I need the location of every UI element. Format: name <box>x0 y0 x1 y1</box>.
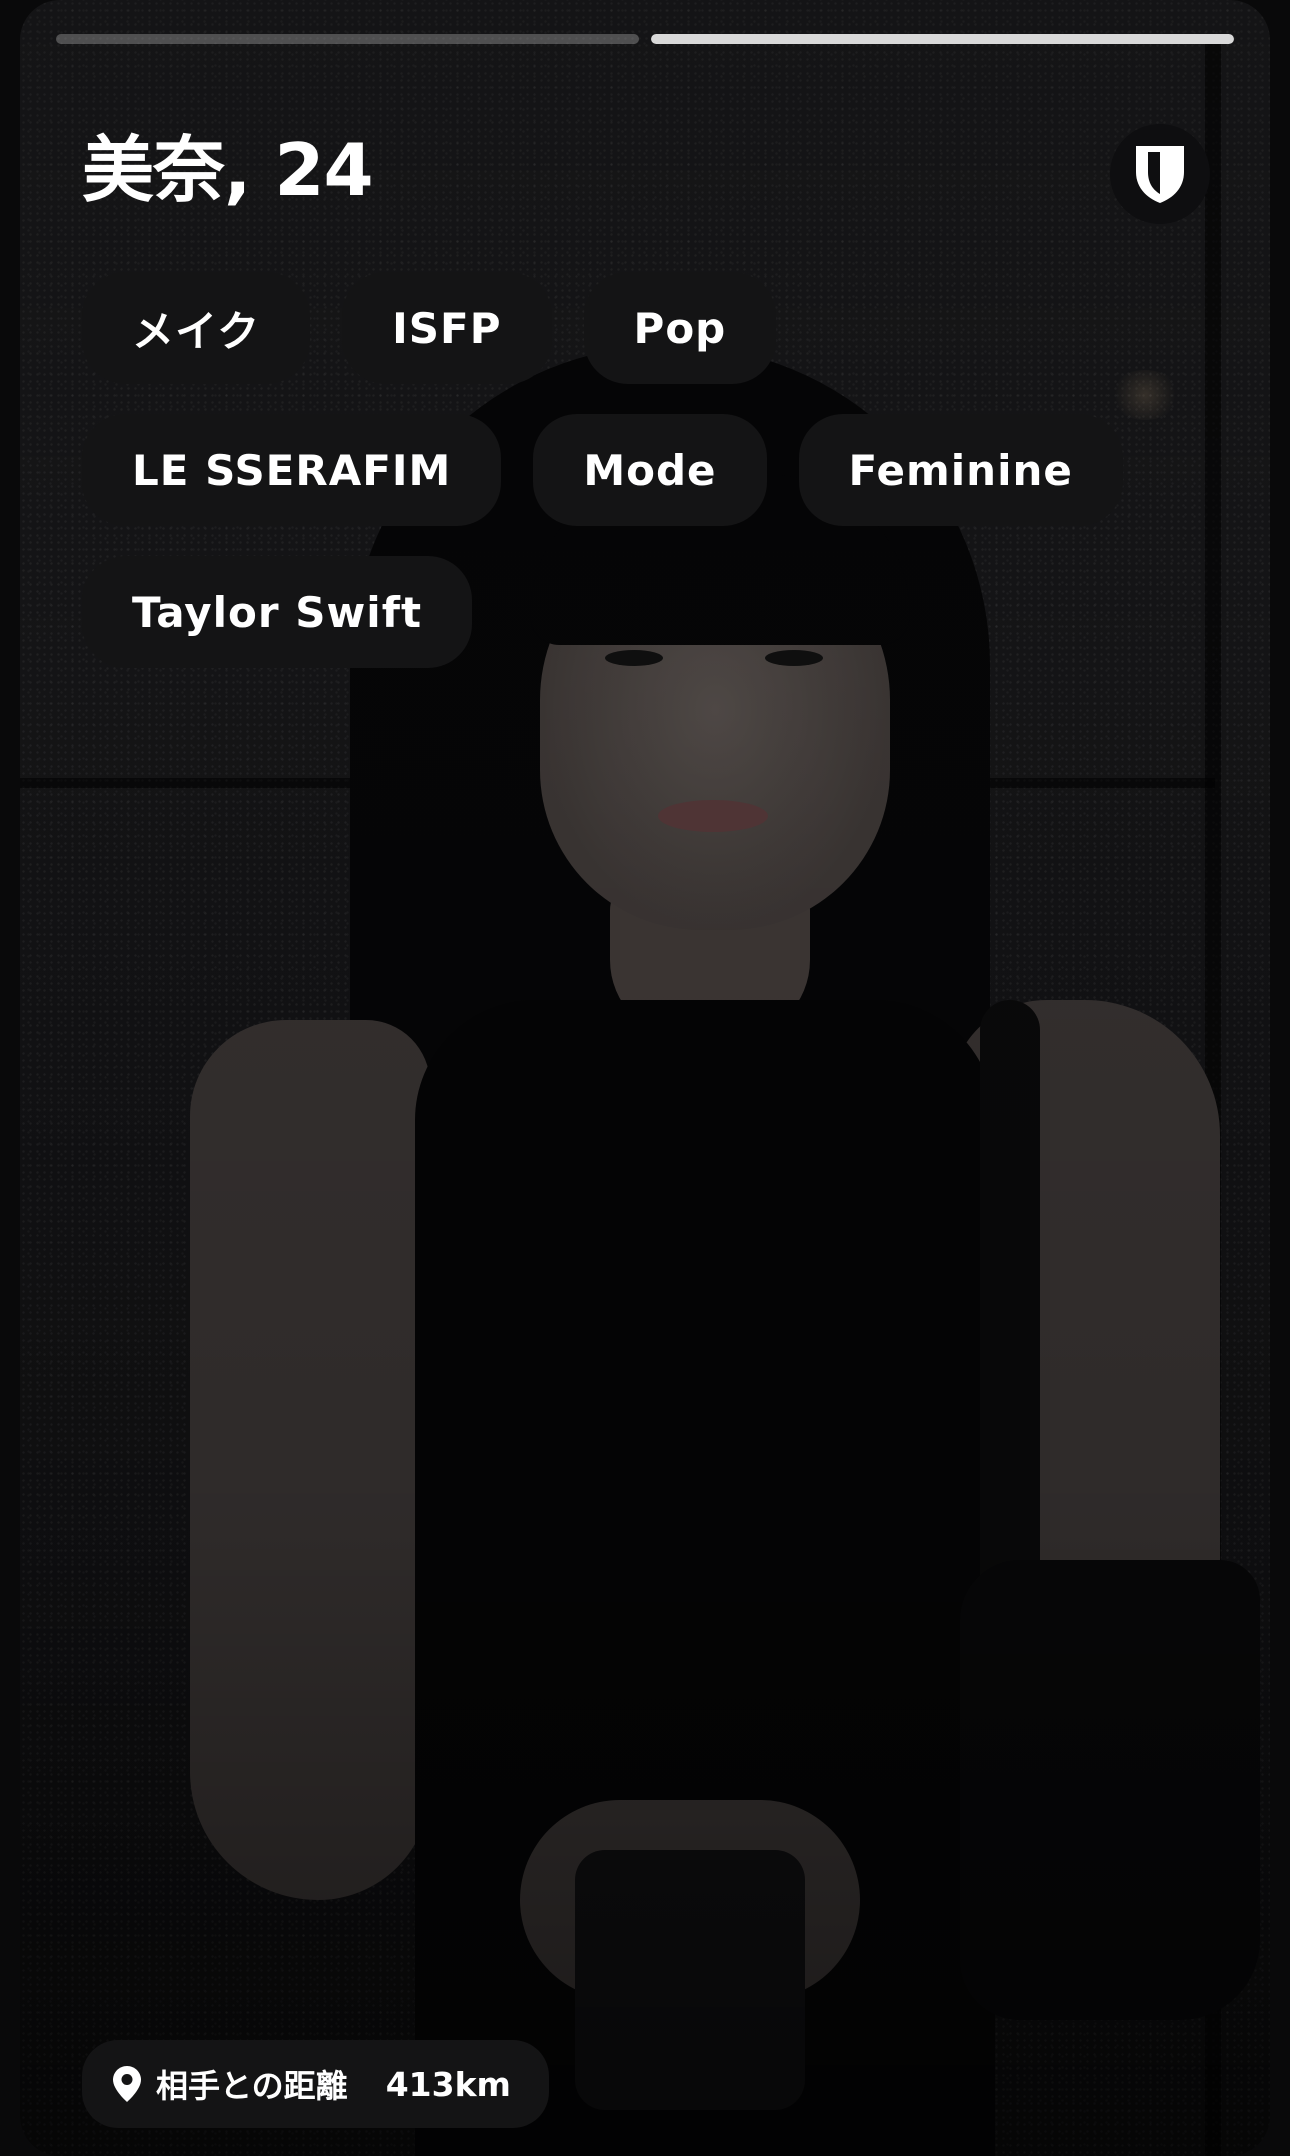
location-pin-icon <box>113 2066 141 2102</box>
photo-progress-bar <box>56 34 1234 44</box>
interest-tags: メイク ISFP Pop LE SSERAFIM Mode Feminine T… <box>82 272 1192 668</box>
tag-mode[interactable]: Mode <box>533 414 767 526</box>
tag-pop[interactable]: Pop <box>583 272 777 384</box>
shield-icon <box>1136 146 1184 203</box>
safety-button[interactable] <box>1110 124 1210 224</box>
distance-badge: 相手との距離 413km <box>82 2040 549 2128</box>
profile-card-screen: 美奈, 24 メイク ISFP Pop LE SSERAFIM Mode Fem… <box>0 0 1290 2156</box>
distance-value: 413km <box>385 2064 511 2104</box>
tag-taylor-swift[interactable]: Taylor Swift <box>82 556 473 668</box>
tag-le-sserafim[interactable]: LE SSERAFIM <box>82 414 502 526</box>
tag-feminine[interactable]: Feminine <box>798 414 1123 526</box>
distance-label: 相手との距離 <box>156 2067 348 2105</box>
profile-name-age: 美奈, 24 <box>82 128 374 212</box>
tag-isfp[interactable]: ISFP <box>342 272 552 384</box>
tag-makeup[interactable]: メイク <box>82 272 311 384</box>
photo-progress-segment[interactable] <box>651 34 1234 44</box>
photo-progress-segment[interactable] <box>56 34 639 44</box>
